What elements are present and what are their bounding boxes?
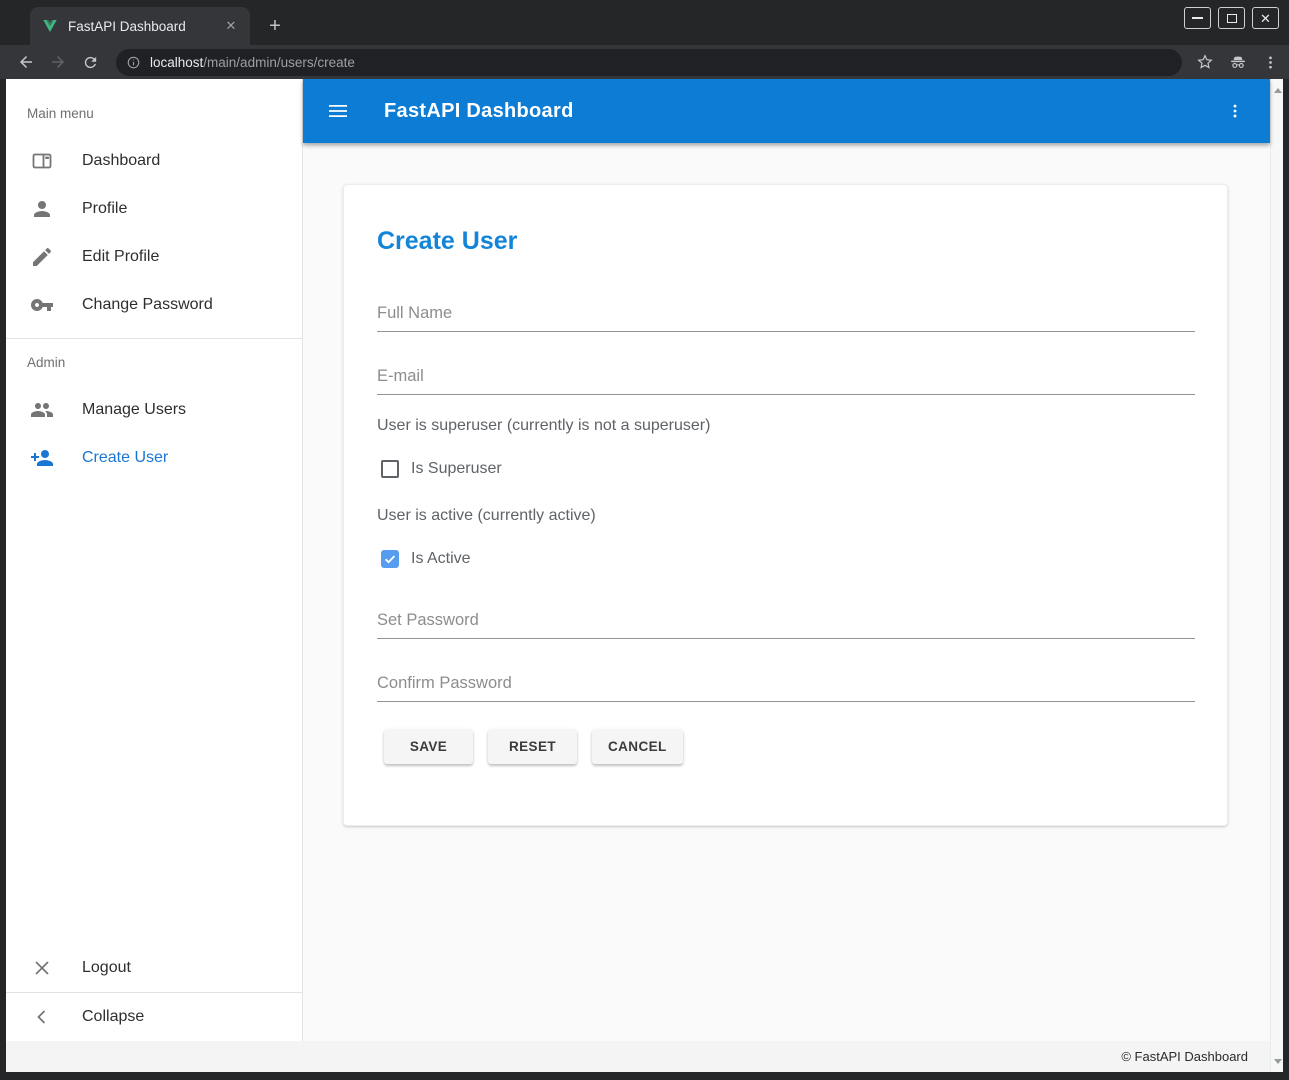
- page-scrollbar[interactable]: [1270, 79, 1283, 1072]
- scrollbar-down-arrow[interactable]: [1271, 1054, 1283, 1068]
- pencil-icon: [30, 245, 54, 269]
- group-icon: [30, 398, 54, 422]
- superuser-hint: User is superuser (currently is not a su…: [377, 417, 1195, 435]
- checkmark-icon: [383, 552, 397, 566]
- sidebar-section-main-menu: Main menu: [6, 106, 302, 121]
- is-superuser-checkbox[interactable]: [381, 460, 399, 478]
- sidebar-item-manage-users[interactable]: Manage Users: [6, 386, 302, 434]
- maximize-button[interactable]: [1218, 7, 1245, 29]
- triangle-up-icon: [1274, 88, 1282, 93]
- form-buttons: SAVE RESET CANCEL: [384, 729, 1195, 764]
- active-checkbox-row: Is Active: [381, 547, 1195, 571]
- url-path: /main/admin/users/create: [203, 55, 355, 70]
- is-active-checkbox[interactable]: [381, 550, 399, 568]
- minimize-icon: [1192, 17, 1203, 19]
- sidebar-divider: [6, 338, 302, 339]
- sidebar-item-label: Create User: [82, 449, 168, 467]
- reset-button[interactable]: RESET: [488, 729, 577, 764]
- cancel-button[interactable]: CANCEL: [592, 729, 683, 764]
- active-hint: User is active (currently active): [377, 507, 1195, 525]
- appbar-menu-icon[interactable]: [1222, 98, 1248, 124]
- main-area: FastAPI Dashboard Create User User is su…: [303, 79, 1270, 1041]
- forward-icon: [49, 53, 67, 71]
- window-controls: ✕: [1184, 7, 1279, 29]
- browser-toolbar: localhost/main/admin/users/create: [0, 45, 1289, 79]
- sidebar-item-label: Dashboard: [82, 152, 160, 170]
- page-title: Create User: [377, 185, 1195, 256]
- tab-title: FastAPI Dashboard: [68, 19, 222, 34]
- sidebar-item-label: Profile: [82, 200, 127, 218]
- sidebar-section-admin: Admin: [6, 355, 302, 370]
- is-active-label: Is Active: [411, 550, 471, 568]
- close-x-icon: [30, 956, 54, 980]
- confirm-password-field-wrapper: [377, 674, 1195, 702]
- content-area: Create User User is superuser (currently…: [303, 143, 1270, 1041]
- url-host: localhost: [150, 55, 203, 70]
- url-bar[interactable]: localhost/main/admin/users/create: [116, 49, 1182, 76]
- key-icon: [30, 293, 54, 317]
- sidebar-item-create-user[interactable]: Create User: [6, 434, 302, 482]
- save-button[interactable]: SAVE: [384, 729, 473, 764]
- sidebar-gap: [6, 121, 302, 137]
- sidebar-item-dashboard[interactable]: Dashboard: [6, 137, 302, 185]
- full-name-field-wrapper: [377, 304, 1195, 332]
- set-password-input[interactable]: [377, 611, 1195, 639]
- scrollbar-up-arrow[interactable]: [1271, 83, 1283, 97]
- url-text: localhost/main/admin/users/create: [150, 55, 355, 70]
- full-name-input[interactable]: [377, 304, 1195, 332]
- close-window-button[interactable]: ✕: [1252, 7, 1279, 29]
- sidebar-item-logout[interactable]: Logout: [6, 944, 302, 992]
- site-info-icon[interactable]: [126, 55, 141, 70]
- new-tab-button[interactable]: +: [262, 13, 288, 39]
- tab-close-icon[interactable]: ✕: [222, 17, 240, 35]
- email-input[interactable]: [377, 367, 1195, 395]
- page-body: Main menu Dashboard Profile Edit Profile: [6, 79, 1270, 1041]
- sidebar-item-label: Collapse: [82, 1008, 144, 1026]
- reload-button[interactable]: [76, 48, 104, 76]
- sidebar-item-label: Manage Users: [82, 401, 186, 419]
- appbar: FastAPI Dashboard: [303, 79, 1270, 143]
- is-superuser-label: Is Superuser: [411, 460, 502, 478]
- create-user-card: Create User User is superuser (currently…: [343, 184, 1228, 826]
- sidebar-item-collapse[interactable]: Collapse: [6, 993, 302, 1041]
- sidebar-spacer: [6, 482, 302, 944]
- sidebar-item-label: Edit Profile: [82, 248, 159, 266]
- copyright-text: © FastAPI Dashboard: [1121, 1049, 1248, 1064]
- sidebar-gap: [6, 370, 302, 386]
- close-window-icon: ✕: [1260, 12, 1271, 25]
- forward-button[interactable]: [44, 48, 72, 76]
- email-field-wrapper: [377, 367, 1195, 395]
- browser-tabstrip: FastAPI Dashboard ✕ + ✕: [0, 0, 1289, 45]
- browser-tab[interactable]: FastAPI Dashboard ✕: [30, 7, 250, 45]
- hamburger-menu-icon[interactable]: [325, 98, 351, 124]
- superuser-checkbox-row: Is Superuser: [381, 457, 1195, 481]
- chevron-left-icon: [30, 1005, 54, 1029]
- person-add-icon: [30, 446, 54, 470]
- reload-icon: [82, 54, 99, 71]
- minimize-button[interactable]: [1184, 7, 1211, 29]
- incognito-icon[interactable]: [1228, 52, 1248, 72]
- vue-logo-icon: [42, 18, 58, 34]
- back-button[interactable]: [12, 48, 40, 76]
- sidebar-item-change-password[interactable]: Change Password: [6, 281, 302, 329]
- confirm-password-input[interactable]: [377, 674, 1195, 702]
- dashboard-icon: [30, 149, 54, 173]
- sidebar-item-edit-profile[interactable]: Edit Profile: [6, 233, 302, 281]
- sidebar-item-profile[interactable]: Profile: [6, 185, 302, 233]
- page-footer: © FastAPI Dashboard: [6, 1041, 1283, 1072]
- browser-menu-icon[interactable]: [1262, 54, 1279, 71]
- person-icon: [30, 197, 54, 221]
- page: Main menu Dashboard Profile Edit Profile: [6, 79, 1283, 1072]
- sidebar: Main menu Dashboard Profile Edit Profile: [6, 79, 303, 1041]
- set-password-field-wrapper: [377, 611, 1195, 639]
- back-icon: [17, 53, 35, 71]
- sidebar-item-label: Change Password: [82, 296, 213, 314]
- maximize-icon: [1227, 14, 1237, 23]
- toolbar-right: [1196, 52, 1279, 72]
- sidebar-item-label: Logout: [82, 959, 131, 977]
- appbar-title: FastAPI Dashboard: [384, 100, 574, 123]
- triangle-down-icon: [1274, 1059, 1282, 1064]
- bookmark-star-icon[interactable]: [1196, 53, 1214, 71]
